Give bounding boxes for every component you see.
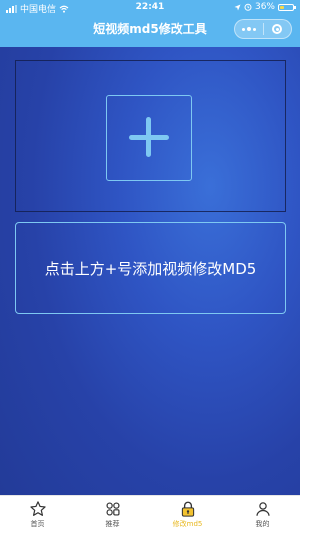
alarm-clock-icon xyxy=(244,3,252,11)
bottom-tab-bar: 首页 推荐 修改md5 我的 xyxy=(0,495,300,533)
tab-label-mine: 我的 xyxy=(255,520,270,528)
more-options-icon[interactable] xyxy=(235,20,263,38)
tab-label-recommend: 推荐 xyxy=(105,520,120,528)
tab-label-modify-md5: 修改md5 xyxy=(172,520,203,528)
location-arrow-icon xyxy=(234,4,241,10)
instruction-box: 点击上方+号添加视频修改MD5 xyxy=(15,222,286,314)
tab-home[interactable]: 首页 xyxy=(0,496,75,533)
add-video-button[interactable] xyxy=(106,95,192,181)
plus-icon xyxy=(129,117,169,157)
status-bar: 中国电信 22:41 36% xyxy=(0,0,300,16)
tab-mine[interactable]: 我的 xyxy=(225,496,300,533)
status-right: 36% xyxy=(234,2,296,12)
grid-icon xyxy=(105,502,120,516)
close-mini-program-icon[interactable] xyxy=(264,20,292,38)
tab-modify-md5[interactable]: 修改md5 xyxy=(150,496,225,533)
instruction-text: 点击上方+号添加视频修改MD5 xyxy=(44,259,257,278)
tab-recommend[interactable]: 推荐 xyxy=(75,496,150,533)
battery-percent: 36% xyxy=(254,2,275,12)
person-icon xyxy=(255,502,270,516)
mini-program-capsule xyxy=(234,19,292,39)
battery-fill xyxy=(280,5,285,9)
top-bar: 中国电信 22:41 36% 短视频md5修改工具 xyxy=(0,0,300,47)
app-screen: 中国电信 22:41 36% 短视频md5修改工具 点击上方+号添加视频修改MD… xyxy=(0,0,300,533)
tab-label-home: 首页 xyxy=(30,520,45,528)
star-icon xyxy=(29,501,46,516)
battery-icon xyxy=(278,3,296,11)
lock-icon xyxy=(181,501,194,517)
